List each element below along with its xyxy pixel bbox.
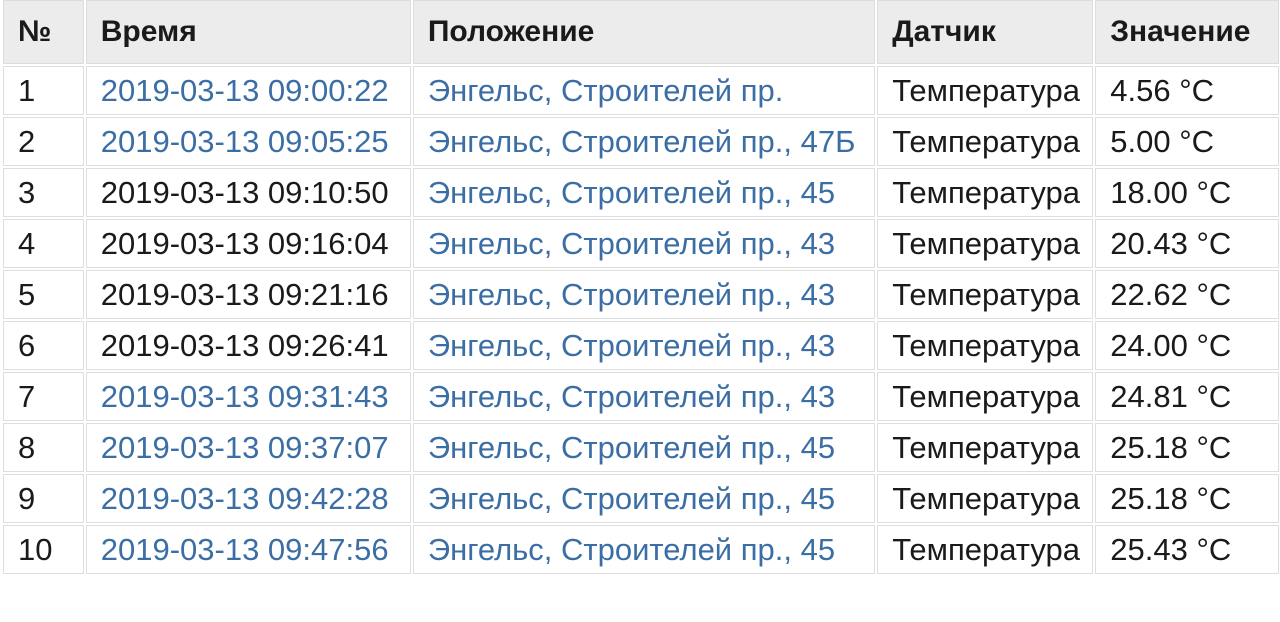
row-sensor: Температура — [878, 169, 1093, 216]
row-value: 20.43 °C — [1096, 220, 1278, 267]
row-time-cell: 2019-03-13 09:16:04 — [86, 220, 410, 267]
row-value: 5.00 °C — [1096, 118, 1278, 165]
header-row: № Время Положение Датчик Значение — [4, 1, 1278, 63]
table-row: 2 2019-03-13 09:05:25 Энгельс, Строителей … — [4, 118, 1278, 165]
table-row: 3 2019-03-13 09:10:50 Энгельс, Строителей … — [4, 169, 1278, 216]
table-body: 1 2019-03-13 09:00:22 Энгельс, Строителей … — [4, 67, 1278, 573]
row-number: 1 — [4, 67, 83, 114]
location-link[interactable]: Энгельс, Строителей пр., 45 — [428, 430, 835, 465]
row-location-cell: Энгельс, Строителей пр., 45 — [413, 169, 875, 216]
row-time-cell: 2019-03-13 09:10:50 — [86, 169, 410, 216]
row-value: 24.00 °C — [1096, 322, 1278, 369]
row-sensor: Температура — [878, 424, 1093, 471]
location-link[interactable]: Энгельс, Строителей пр., 43 — [428, 379, 835, 414]
row-value: 4.56 °C — [1096, 67, 1278, 114]
row-location-cell: Энгельс, Строителей пр., 43 — [413, 220, 875, 267]
table-row: 10 2019-03-13 09:47:56 Энгельс, Строителей… — [4, 526, 1278, 573]
table-row: 4 2019-03-13 09:16:04 Энгельс, Строителей … — [4, 220, 1278, 267]
row-time-cell: 2019-03-13 09:21:16 — [86, 271, 410, 318]
row-location-cell: Энгельс, Строителей пр., 45 — [413, 424, 875, 471]
time-link[interactable]: 2019-03-13 09:37:07 — [101, 430, 389, 465]
row-sensor: Температура — [878, 373, 1093, 420]
location-link[interactable]: Энгельс, Строителей пр. — [428, 73, 784, 108]
row-location-cell: Энгельс, Строителей пр., 47Б — [413, 118, 875, 165]
row-sensor: Температура — [878, 322, 1093, 369]
row-value: 25.18 °C — [1096, 475, 1278, 522]
row-location-cell: Энгельс, Строителей пр., 45 — [413, 526, 875, 573]
row-number: 10 — [4, 526, 83, 573]
row-value: 22.62 °C — [1096, 271, 1278, 318]
header-value: Значение — [1096, 1, 1278, 63]
time-link[interactable]: 2019-03-13 09:00:22 — [101, 73, 389, 108]
location-link[interactable]: Энгельс, Строителей пр., 43 — [428, 226, 835, 261]
time-text: 2019-03-13 09:26:41 — [100, 327, 389, 363]
time-text: 2019-03-13 09:21:16 — [100, 276, 389, 312]
row-number: 7 — [4, 373, 83, 420]
row-time-cell: 2019-03-13 09:42:28 — [86, 475, 410, 522]
header-sensor: Датчик — [878, 1, 1093, 63]
header-time: Время — [86, 1, 410, 63]
row-number: 5 — [4, 271, 83, 318]
row-sensor: Температура — [878, 526, 1093, 573]
location-link[interactable]: Энгельс, Строителей пр., 45 — [428, 175, 835, 210]
row-number: 2 — [4, 118, 83, 165]
row-sensor: Температура — [878, 475, 1093, 522]
location-link[interactable]: Энгельс, Строителей пр., 43 — [428, 328, 835, 363]
row-value: 24.81 °C — [1096, 373, 1278, 420]
sensor-readings-table: № Время Положение Датчик Значение 1 2019-… — [0, 0, 1280, 577]
location-link[interactable]: Энгельс, Строителей пр., 43 — [428, 277, 835, 312]
row-number: 3 — [4, 169, 83, 216]
row-location-cell: Энгельс, Строителей пр. — [413, 67, 875, 114]
row-time-cell: 2019-03-13 09:31:43 — [86, 373, 410, 420]
table-row: 9 2019-03-13 09:42:28 Энгельс, Строителей … — [4, 475, 1278, 522]
location-link[interactable]: Энгельс, Строителей пр., 45 — [428, 532, 835, 567]
row-value: 25.18 °C — [1096, 424, 1278, 471]
time-text: 2019-03-13 09:16:04 — [100, 225, 389, 261]
row-number: 8 — [4, 424, 83, 471]
page: № Время Положение Датчик Значение 1 2019-… — [0, 0, 1280, 619]
header-location: Положение — [413, 1, 875, 63]
row-time-cell: 2019-03-13 09:05:25 — [86, 118, 410, 165]
row-sensor: Температура — [878, 220, 1093, 267]
table-row: 8 2019-03-13 09:37:07 Энгельс, Строителей … — [4, 424, 1278, 471]
time-link[interactable]: 2019-03-13 09:31:43 — [101, 379, 389, 414]
row-time-cell: 2019-03-13 09:00:22 — [86, 67, 410, 114]
row-location-cell: Энгельс, Строителей пр., 45 — [413, 475, 875, 522]
row-number: 6 — [4, 322, 83, 369]
table-row: 1 2019-03-13 09:00:22 Энгельс, Строителей … — [4, 67, 1278, 114]
time-link[interactable]: 2019-03-13 09:42:28 — [101, 481, 389, 516]
row-value: 18.00 °C — [1096, 169, 1278, 216]
location-link[interactable]: Энгельс, Строителей пр., 47Б — [428, 124, 856, 159]
row-number: 4 — [4, 220, 83, 267]
row-value: 25.43 °C — [1096, 526, 1278, 573]
row-location-cell: Энгельс, Строителей пр., 43 — [413, 373, 875, 420]
header-number: № — [4, 1, 83, 63]
row-time-cell: 2019-03-13 09:47:56 — [86, 526, 410, 573]
row-time-cell: 2019-03-13 09:37:07 — [86, 424, 410, 471]
time-text: 2019-03-13 09:10:50 — [100, 174, 389, 210]
location-link[interactable]: Энгельс, Строителей пр., 45 — [428, 481, 835, 516]
time-link[interactable]: 2019-03-13 09:05:25 — [101, 124, 389, 159]
row-sensor: Температура — [878, 118, 1093, 165]
row-location-cell: Энгельс, Строителей пр., 43 — [413, 322, 875, 369]
row-location-cell: Энгельс, Строителей пр., 43 — [413, 271, 875, 318]
row-time-cell: 2019-03-13 09:26:41 — [86, 322, 410, 369]
table-row: 6 2019-03-13 09:26:41 Энгельс, Строителей … — [4, 322, 1278, 369]
row-sensor: Температура — [878, 67, 1093, 114]
table-row: 7 2019-03-13 09:31:43 Энгельс, Строителей … — [4, 373, 1278, 420]
time-link[interactable]: 2019-03-13 09:47:56 — [101, 532, 389, 567]
table-header: № Время Положение Датчик Значение — [4, 1, 1278, 63]
table-row: 5 2019-03-13 09:21:16 Энгельс, Строителей … — [4, 271, 1278, 318]
row-sensor: Температура — [878, 271, 1093, 318]
row-number: 9 — [4, 475, 83, 522]
